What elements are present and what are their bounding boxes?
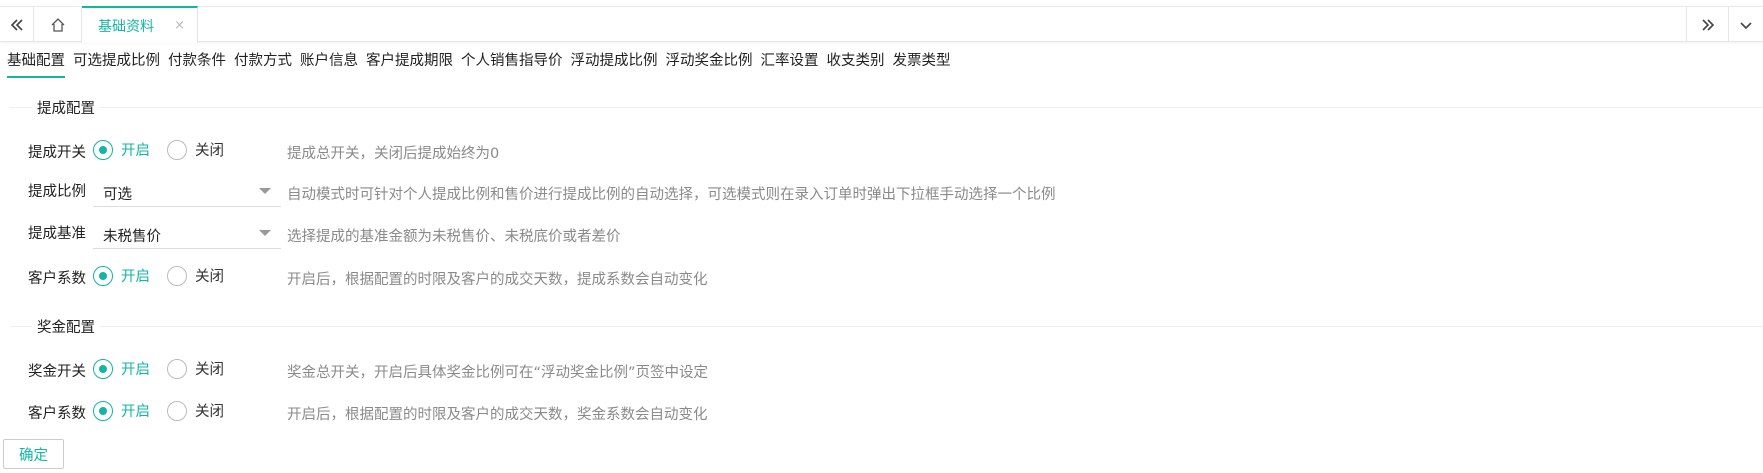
radio-unchecked-icon <box>167 265 187 286</box>
commission-switch-label: 提成开关 <box>28 145 86 161</box>
bonus-customer-factor-row: 客户系数 开启 关闭 开启后，根据配置的时限及客户的成交天数，奖金系数会自动变化 <box>0 397 1763 425</box>
sub-tabs: 基础配置 可选提成比例 付款条件 付款方式 账户信息 客户提成期限 个人销售指导… <box>0 50 955 80</box>
select-value: 可选 <box>103 187 132 203</box>
commission-switch-off-radio[interactable]: 关闭 <box>167 139 224 160</box>
close-icon[interactable]: × <box>174 18 185 33</box>
commission-base-row: 提成基准 未税售价 选择提成的基准金额为未税售价、未税底价或者差价 <box>0 219 1763 249</box>
radio-unchecked-icon <box>167 400 187 421</box>
bonus-switch-on-radio[interactable]: 开启 <box>93 358 150 379</box>
radio-unchecked-icon <box>167 358 187 379</box>
bonus-switch-hint: 奖金总开关，开启后具体奖金比例可在“浮动奖金比例”页签中设定 <box>287 365 709 381</box>
radio-label: 开启 <box>121 269 150 285</box>
commission-base-hint: 选择提成的基准金额为未税售价、未税底价或者差价 <box>287 229 621 245</box>
collapse-button[interactable] <box>0 7 34 42</box>
bonus-customer-factor-on-radio[interactable]: 开启 <box>93 400 150 421</box>
bonus-section-heading: 奖金配置 <box>10 316 1763 337</box>
commission-ratio-label: 提成比例 <box>28 184 86 200</box>
top-tab-bar: 基础资料 × <box>0 6 1763 43</box>
subtab-floating-bonus-ratio[interactable]: 浮动奖金比例 <box>666 50 753 78</box>
bonus-section-title: 奖金配置 <box>32 316 100 337</box>
commission-customer-factor-off-radio[interactable]: 关闭 <box>167 265 224 286</box>
commission-ratio-hint: 自动模式时可针对个人提成比例和售价进行提成比例的自动选择，可选模式则在录入订单时… <box>287 187 1056 203</box>
double-chevron-right-icon <box>1701 18 1714 31</box>
tab-menu-button[interactable] <box>1728 7 1763 42</box>
subtab-floating-commission-ratio[interactable]: 浮动提成比例 <box>571 50 658 78</box>
home-icon <box>51 17 64 32</box>
radio-label: 关闭 <box>195 362 224 378</box>
home-button[interactable] <box>34 7 82 42</box>
commission-section-heading: 提成配置 <box>10 97 1763 118</box>
section-divider <box>10 326 1763 327</box>
radio-checked-icon <box>93 265 113 286</box>
subtab-payment-method[interactable]: 付款方式 <box>234 50 292 78</box>
radio-label: 关闭 <box>195 143 224 159</box>
radio-unchecked-icon <box>167 139 187 160</box>
commission-base-label: 提成基准 <box>28 226 86 242</box>
radio-label: 开启 <box>121 362 150 378</box>
commission-ratio-select[interactable]: 可选 <box>93 177 281 207</box>
tab-basic-data[interactable]: 基础资料 × <box>82 6 198 43</box>
radio-checked-icon <box>93 400 113 421</box>
subtab-account-info[interactable]: 账户信息 <box>300 50 358 78</box>
commission-section-title: 提成配置 <box>32 97 100 118</box>
dropdown-arrow-icon <box>259 188 271 194</box>
radio-label: 开启 <box>121 404 150 420</box>
subtab-payment-terms[interactable]: 付款条件 <box>168 50 226 78</box>
radio-label: 开启 <box>121 143 150 159</box>
chevron-down-icon <box>1740 21 1752 29</box>
subtab-customer-commission-period[interactable]: 客户提成期限 <box>366 50 453 78</box>
subtab-invoice-type[interactable]: 发票类型 <box>893 50 951 78</box>
scroll-right-button[interactable] <box>1686 7 1728 42</box>
commission-customer-factor-hint: 开启后，根据配置的时限及客户的成交天数，提成系数会自动变化 <box>287 272 708 288</box>
subtab-basic-config[interactable]: 基础配置 <box>7 50 65 78</box>
commission-customer-factor-row: 客户系数 开启 关闭 开启后，根据配置的时限及客户的成交天数，提成系数会自动变化 <box>0 262 1763 290</box>
subtab-optional-commission-ratio[interactable]: 可选提成比例 <box>73 50 160 78</box>
commission-switch-on-radio[interactable]: 开启 <box>93 139 150 160</box>
radio-checked-icon <box>93 358 113 379</box>
section-divider <box>10 107 1763 108</box>
bonus-customer-factor-off-radio[interactable]: 关闭 <box>167 400 224 421</box>
dropdown-arrow-icon <box>259 230 271 236</box>
radio-checked-icon <box>93 139 113 160</box>
double-chevron-left-icon <box>10 18 23 31</box>
commission-switch-row: 提成开关 开启 关闭 提成总开关，关闭后提成始终为0 <box>0 136 1763 164</box>
commission-base-select[interactable]: 未税售价 <box>93 219 281 249</box>
tab-label: 基础资料 <box>98 18 154 35</box>
bonus-customer-factor-label: 客户系数 <box>28 406 86 422</box>
radio-label: 关闭 <box>195 269 224 285</box>
bonus-switch-off-radio[interactable]: 关闭 <box>167 358 224 379</box>
subtab-personal-sales-price[interactable]: 个人销售指导价 <box>461 50 563 78</box>
subtab-income-expense-category[interactable]: 收支类别 <box>827 50 885 78</box>
commission-customer-factor-on-radio[interactable]: 开启 <box>93 265 150 286</box>
bonus-switch-row: 奖金开关 开启 关闭 奖金总开关，开启后具体奖金比例可在“浮动奖金比例”页签中设… <box>0 355 1763 383</box>
radio-label: 关闭 <box>195 404 224 420</box>
confirm-button[interactable]: 确定 <box>3 439 64 469</box>
subtab-exchange-rate[interactable]: 汇率设置 <box>761 50 819 78</box>
commission-customer-factor-label: 客户系数 <box>28 271 86 287</box>
bonus-switch-label: 奖金开关 <box>28 364 86 380</box>
commission-switch-hint: 提成总开关，关闭后提成始终为0 <box>287 146 500 162</box>
commission-ratio-row: 提成比例 可选 自动模式时可针对个人提成比例和售价进行提成比例的自动选择，可选模… <box>0 177 1763 207</box>
bonus-customer-factor-hint: 开启后，根据配置的时限及客户的成交天数，奖金系数会自动变化 <box>287 407 708 423</box>
select-value: 未税售价 <box>103 229 161 245</box>
